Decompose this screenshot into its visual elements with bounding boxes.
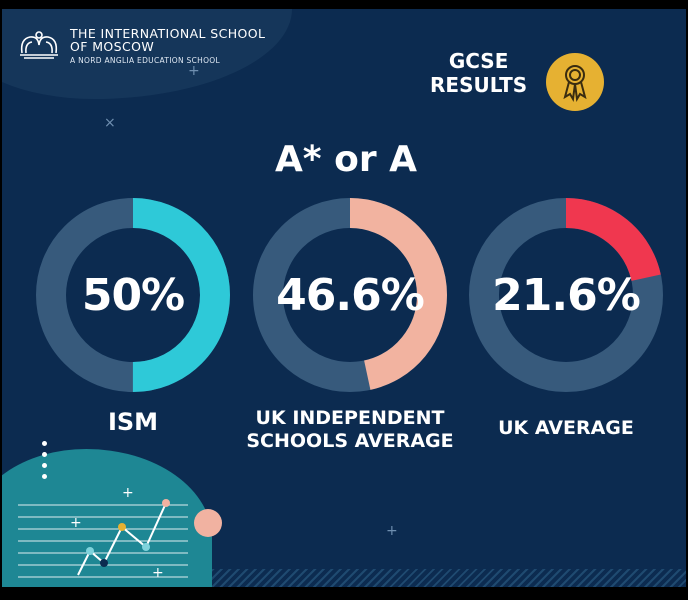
chart-title: A* or A — [274, 139, 418, 180]
award-ribbon-icon — [546, 53, 604, 111]
donut-chart-3: 21.6% — [468, 197, 664, 393]
donut-value: 50% — [81, 269, 185, 321]
crest-icon — [20, 31, 58, 59]
line-graph-illustration: + + + — [18, 485, 188, 581]
donut-label-line: ISM — [107, 408, 159, 436]
plus-icon: + — [188, 63, 200, 79]
donut-label: ISM — [23, 408, 243, 436]
stripe-decoration — [212, 569, 686, 587]
plus-icon: + — [386, 523, 398, 539]
donut-label: UK AVERAGE — [456, 417, 676, 440]
donut-chart-1: 50% — [35, 197, 231, 393]
logo-line-3: A NORD ANGLIA EDUCATION SCHOOL — [70, 56, 220, 65]
donut-label: UK INDEPENDENT SCHOOLS AVERAGE — [240, 407, 460, 453]
donut-value: 21.6% — [492, 269, 641, 321]
dots-decoration — [42, 441, 47, 485]
cross-icon: × — [104, 115, 116, 131]
donut-label-line: SCHOOLS AVERAGE — [246, 430, 454, 452]
logo-line-2: OF MOSCOW — [70, 39, 155, 54]
donut-value: 46.6% — [276, 269, 425, 321]
svg-text:+: + — [70, 515, 82, 531]
donut-label-line: UK AVERAGE — [498, 417, 634, 439]
donut-label-line: UK INDEPENDENT — [255, 407, 445, 429]
gcse-results-heading: GCSE RESULTS — [430, 49, 527, 97]
poster: THE INTERNATIONAL SCHOOL OF MOSCOW A NOR… — [2, 9, 686, 587]
svg-text:+: + — [152, 565, 164, 581]
school-logo: THE INTERNATIONAL SCHOOL OF MOSCOW A NOR… — [16, 27, 265, 65]
donut-chart-2: 46.6% — [252, 197, 448, 393]
gcse-line-2: RESULTS — [430, 73, 528, 97]
svg-text:+: + — [122, 485, 134, 501]
frame: THE INTERNATIONAL SCHOOL OF MOSCOW A NOR… — [0, 0, 688, 600]
gcse-line-1: GCSE — [448, 49, 509, 73]
pink-circle-decoration — [194, 509, 222, 537]
